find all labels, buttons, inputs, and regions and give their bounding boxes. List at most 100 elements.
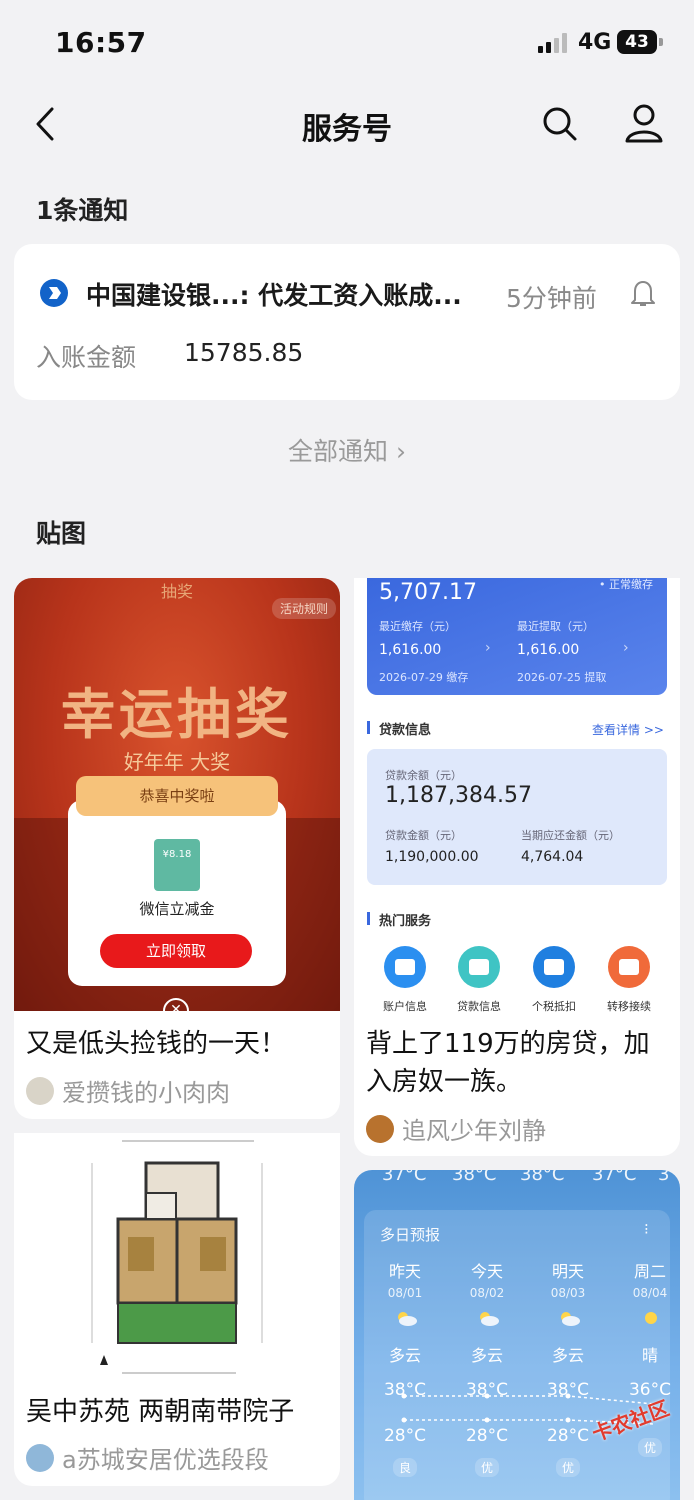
notice-time: 5分钟前: [506, 284, 597, 313]
notice-title[interactable]: 中国建设银...: 代发工资入账成...: [86, 276, 476, 312]
recent-withdraw-label: 最近提取（元）: [517, 620, 594, 633]
cloudy-icon: [480, 1312, 499, 1326]
post-author-2[interactable]: 追风少年刘静: [366, 1111, 546, 1146]
fund-balance: 5,707.17: [379, 580, 477, 605]
loan-amount: 1,190,000.00: [385, 849, 479, 865]
post-image-weather[interactable]: 37°C 38°C 38°C 37°C 3 多日预报 ⁝ 昨天 08/01 多云…: [354, 1170, 680, 1500]
loan-balance: 1,187,384.57: [385, 783, 532, 808]
section-marker: [367, 912, 370, 925]
network-label: 4G: [578, 30, 612, 55]
top-temp: 38°C: [452, 1170, 497, 1185]
cloudy-icon: [398, 1312, 417, 1326]
aqi-badge: 优: [474, 1458, 499, 1477]
top-temp: 38°C: [520, 1170, 565, 1185]
author-name: 追风少年刘静: [402, 1117, 546, 1145]
day-date: 08/04: [632, 1286, 668, 1300]
bell-icon[interactable]: [629, 278, 657, 308]
recent-withdraw: 1,616.00: [517, 642, 580, 658]
top-temp: 37°C: [592, 1170, 637, 1185]
battery-tip: [659, 38, 663, 46]
notice-card[interactable]: [14, 244, 680, 400]
loan-balance-label: 贷款余额（元）: [385, 769, 462, 782]
claim-button: 立即领取: [100, 934, 252, 968]
service-label: 贷款信息: [457, 1000, 501, 1013]
prize-name: 微信立减金: [139, 900, 215, 918]
transfer-icon: [608, 946, 650, 988]
fund-status: • 正常缴存: [599, 578, 653, 591]
post-author-1[interactable]: 爱攒钱的小肉肉: [26, 1073, 230, 1108]
account-info-icon: [384, 946, 426, 988]
chevron-right-icon: ›: [485, 640, 491, 656]
sun-icon: [645, 1312, 657, 1324]
services-section-title: 热门服务: [379, 914, 432, 929]
post-caption-2[interactable]: 背上了119万的房贷，加入房奴一族。: [366, 1025, 666, 1101]
day-condition: 多云: [470, 1346, 503, 1365]
recent-deposit: 1,616.00: [379, 642, 442, 658]
day-date: 08/01: [387, 1286, 423, 1300]
lottery-rule: 活动规则: [272, 598, 337, 619]
signal-icon: [538, 33, 568, 53]
loan-amount-label: 贷款金额（元）: [385, 829, 462, 842]
post-caption-3[interactable]: 吴中苏苑 两朝南带院子: [26, 1393, 326, 1431]
post-author-3[interactable]: a苏城安居优选段段: [26, 1440, 269, 1475]
page-title: 服务号: [302, 112, 392, 147]
cloudy-icon: [561, 1312, 580, 1326]
aqi-badge: 良: [392, 1458, 417, 1477]
prize-ticket: ¥8.18: [154, 839, 200, 891]
deposit-date: 2026-07-29 缴存: [379, 671, 469, 684]
tax-deduction-icon: [533, 946, 575, 988]
service-label: 个税抵扣: [532, 1000, 576, 1013]
search-icon[interactable]: [540, 104, 580, 144]
recent-deposit-label: 最近缴存（元）: [379, 620, 456, 633]
all-notices-link[interactable]: 全部通知 ›: [0, 432, 694, 468]
forecast-title: 多日预报: [380, 1226, 441, 1244]
day-label: 周二: [633, 1262, 666, 1281]
status-time: 16:57: [55, 26, 147, 59]
loan-section-title: 贷款信息: [379, 723, 432, 738]
aqi-badge: 优: [555, 1458, 580, 1477]
service-label: 转移接续: [607, 1000, 651, 1013]
notice-heading: 1条通知: [36, 196, 129, 225]
avatar: [26, 1076, 54, 1105]
post-image-bank[interactable]: 5,707.17 • 正常缴存 最近缴存（元） 1,616.00 2026-07…: [354, 578, 680, 1013]
day-condition: 多云: [551, 1346, 584, 1365]
amount-value: 15785.85: [184, 338, 304, 367]
prize-ribbon: 恭喜中奖啦: [76, 776, 278, 816]
avatar: [26, 1443, 54, 1472]
due-amount: 4,764.04: [521, 849, 584, 865]
service-label: 账户信息: [383, 1000, 427, 1013]
post-caption-1[interactable]: 又是低头捡钱的一天！: [26, 1025, 326, 1063]
due-label: 当期应还金额（元）: [521, 829, 620, 842]
lottery-title: 幸运抽奖: [61, 683, 293, 746]
fund-summary: 5,707.17 • 正常缴存 最近缴存（元） 1,616.00 2026-07…: [367, 578, 667, 695]
author-name: 爱攒钱的小肉肉: [62, 1079, 230, 1107]
author-name: a苏城安居优选段段: [62, 1446, 269, 1474]
day-condition: 多云: [388, 1346, 421, 1365]
avatar: [366, 1114, 394, 1143]
loan-detail-link: 查看详情 >>: [592, 723, 664, 737]
day-label: 昨天: [388, 1262, 421, 1281]
loan-info-icon: [458, 946, 500, 988]
top-temp: 37°C: [382, 1170, 427, 1185]
chevron-right-icon: ›: [395, 437, 406, 466]
loan-panel: 贷款余额（元） 1,187,384.57 贷款金额（元） 1,190,000.0…: [367, 749, 667, 885]
post-image-lottery[interactable]: 抽奖 活动规则 幸运抽奖 好年年 大奖 恭喜中奖啦 ¥8.18 微信立减金 立即…: [14, 578, 340, 1011]
amount-label: 入账金额: [36, 343, 137, 372]
more-icon: ⁝: [644, 1220, 649, 1238]
day-date: 08/02: [469, 1286, 505, 1300]
battery-icon: 43: [617, 30, 657, 54]
day-date: 08/03: [550, 1286, 586, 1300]
ccb-logo-icon: [40, 279, 68, 307]
day-label: 明天: [551, 1262, 584, 1281]
posts-heading: 贴图: [36, 519, 87, 548]
floorplan-image[interactable]: [14, 1133, 340, 1386]
day-label: 今天: [470, 1262, 503, 1281]
lottery-subtitle: 好年年 大奖: [123, 750, 231, 774]
all-notices-label: 全部通知: [288, 437, 389, 466]
chevron-right-icon: ›: [623, 640, 629, 656]
top-temp: 3: [658, 1170, 670, 1185]
section-marker: [367, 721, 370, 734]
day-condition: 晴: [641, 1346, 658, 1365]
withdraw-date: 2026-07-25 提取: [517, 671, 607, 684]
user-icon[interactable]: [624, 102, 664, 144]
